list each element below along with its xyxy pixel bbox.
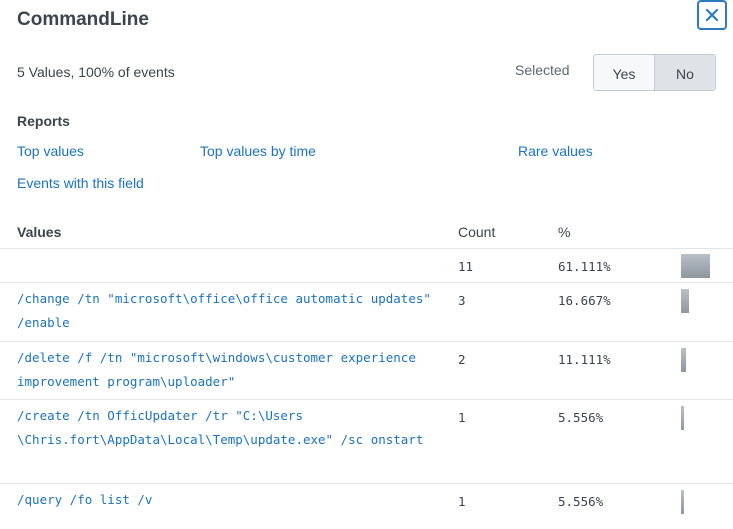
selected-toggle: Yes No bbox=[593, 54, 716, 91]
row-count: 3 bbox=[458, 293, 466, 308]
row-count: 1 bbox=[458, 410, 466, 425]
percent-bar bbox=[681, 490, 684, 514]
row-percent: 5.556% bbox=[558, 494, 604, 509]
selected-yes-button[interactable]: Yes bbox=[594, 55, 655, 90]
row-percent: 11.111% bbox=[558, 352, 611, 367]
reports-heading: Reports bbox=[17, 113, 70, 129]
percent-bar bbox=[681, 289, 689, 313]
values-column-header: Values bbox=[17, 224, 62, 240]
top-values-by-time-link[interactable]: Top values by time bbox=[200, 143, 316, 159]
table-row[interactable]: /change /tn "microsoft\office\office aut… bbox=[0, 282, 733, 341]
values-summary: 5 Values, 100% of events bbox=[17, 64, 175, 80]
percent-bar bbox=[681, 348, 686, 372]
top-values-link[interactable]: Top values bbox=[17, 143, 84, 159]
row-percent: 16.667% bbox=[558, 293, 611, 308]
row-percent: 5.556% bbox=[558, 410, 604, 425]
table-row[interactable]: /query /fo list /v 1 5.556% bbox=[0, 483, 733, 519]
close-button[interactable] bbox=[697, 0, 727, 30]
count-column-header: Count bbox=[458, 224, 496, 240]
field-summary-panel: CommandLine 5 Values, 100% of events Sel… bbox=[0, 0, 733, 529]
table-row[interactable]: /create /tn OfficUpdater /tr "C:\Users \… bbox=[0, 399, 733, 483]
close-icon bbox=[705, 8, 719, 22]
row-value[interactable]: /delete /f /tn "microsoft\windows\custom… bbox=[17, 346, 437, 394]
field-title: CommandLine bbox=[17, 9, 149, 30]
row-percent: 61.111% bbox=[558, 259, 611, 274]
events-with-field-link[interactable]: Events with this field bbox=[17, 175, 144, 191]
percent-column-header: % bbox=[558, 224, 571, 240]
row-count: 2 bbox=[458, 352, 466, 367]
selected-label: Selected bbox=[515, 62, 570, 78]
percent-bar bbox=[681, 406, 684, 430]
selected-no-button[interactable]: No bbox=[655, 55, 715, 90]
percent-bar bbox=[681, 254, 710, 278]
row-value[interactable]: /create /tn OfficUpdater /tr "C:\Users \… bbox=[17, 404, 437, 452]
row-count: 11 bbox=[458, 259, 474, 274]
row-count: 1 bbox=[458, 494, 466, 509]
row-value[interactable]: /change /tn "microsoft\office\office aut… bbox=[17, 287, 437, 335]
table-row[interactable]: /delete /f /tn "microsoft\windows\custom… bbox=[0, 341, 733, 399]
rare-values-link[interactable]: Rare values bbox=[518, 143, 593, 159]
table-row[interactable]: 11 61.111% bbox=[0, 248, 733, 282]
row-value[interactable]: /query /fo list /v bbox=[17, 488, 437, 512]
